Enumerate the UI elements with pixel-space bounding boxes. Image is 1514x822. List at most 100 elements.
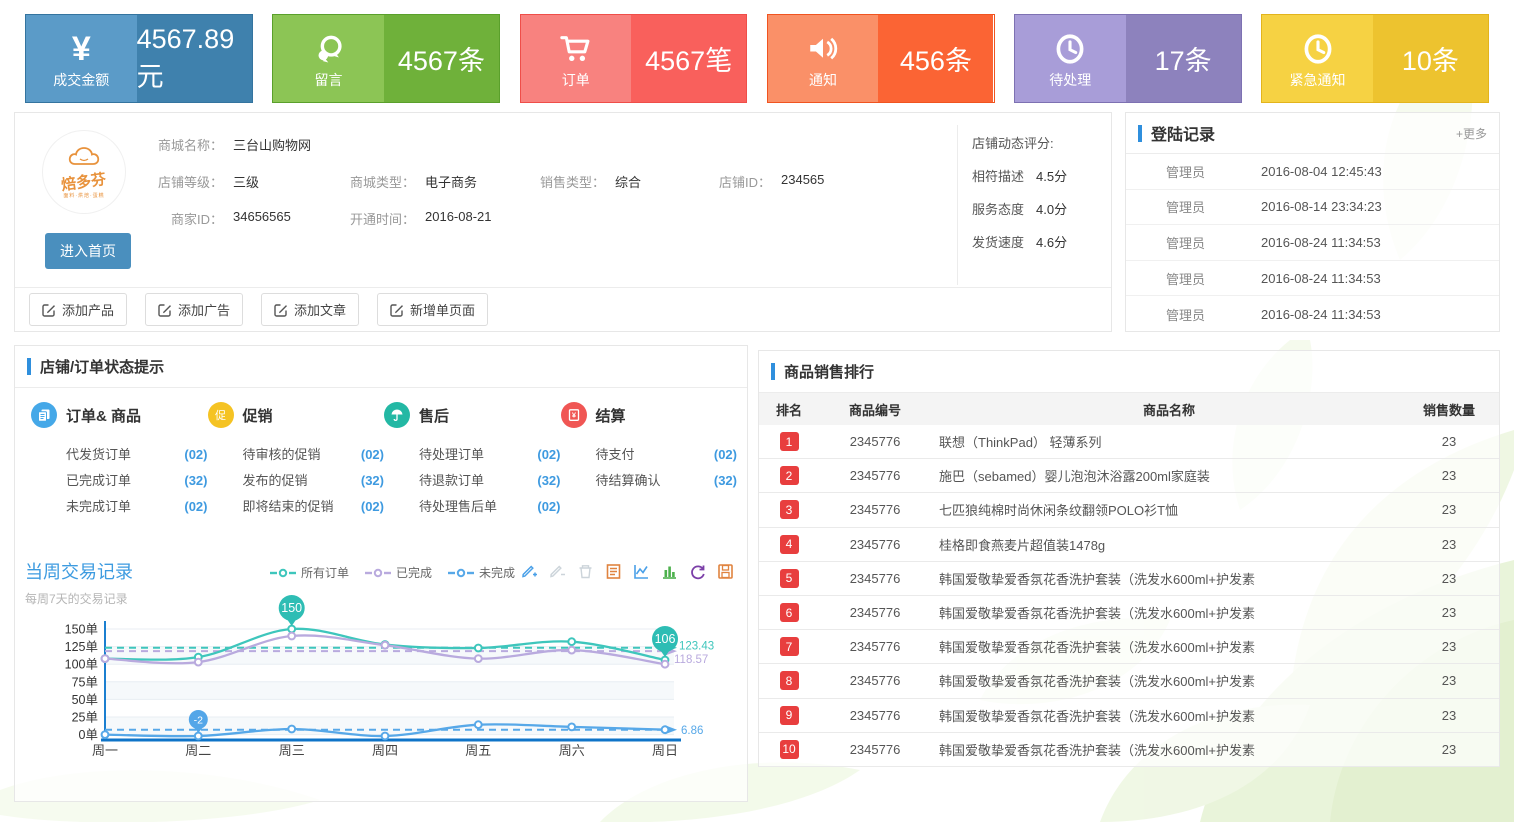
weekly-orders-chart[interactable]: 150单125单100单75单50单25单0单周一周二周三周四周五周六周日123… xyxy=(19,592,749,769)
status-group-name: 订单& 商品 xyxy=(66,405,141,426)
enter-homepage-button[interactable]: 进入首页 xyxy=(45,233,131,269)
status-item[interactable]: 发布的促销(32) xyxy=(243,468,385,494)
status-item[interactable]: 代发货订单(02) xyxy=(66,442,208,468)
table-row[interactable]: 82345776韩国爱敬挚爱香氛花香洗护套装（洗发水600ml+护发素23 xyxy=(759,664,1499,698)
refresh-icon[interactable] xyxy=(688,562,707,581)
stat-card-messages[interactable]: 留言 4567条 xyxy=(272,14,500,103)
svg-text:¥: ¥ xyxy=(571,411,576,420)
data-view-icon[interactable] xyxy=(604,562,623,581)
line-chart-icon[interactable] xyxy=(632,562,651,581)
table-row[interactable]: 102345776韩国爱敬挚爱香氛花香洗护套装（洗发水600ml+护发素23 xyxy=(759,733,1499,767)
login-row: 管理员2016-08-24 11:34:53 xyxy=(1126,225,1499,261)
legend-marker-icon xyxy=(270,568,296,578)
save-icon[interactable] xyxy=(716,562,735,581)
rank-badge: 4 xyxy=(780,535,799,554)
login-user: 管理员 xyxy=(1126,269,1261,288)
stat-card-turnover[interactable]: ¥ 成交金额 4567.89元 xyxy=(25,14,253,103)
table-row[interactable]: 72345776韩国爱敬挚爱香氛花香洗护套装（洗发水600ml+护发素23 xyxy=(759,630,1499,664)
svg-text:周五: 周五 xyxy=(465,743,491,758)
table-row[interactable]: 12345776联想（ThinkPad） 轻薄系列23 xyxy=(759,425,1499,459)
shop-name-value: 三台山购物网 xyxy=(233,135,311,154)
status-item[interactable]: 待支付(02) xyxy=(596,442,738,468)
edit-remove-icon[interactable] xyxy=(548,562,567,581)
order-status-panel: 店铺/订单状态提示 订单& 商品 代发货订单(02) 已完成订单(32) 未完成… xyxy=(14,345,748,802)
status-item[interactable]: 即将结束的促销(02) xyxy=(243,494,385,520)
speaker-icon xyxy=(805,28,841,66)
add-single-page-button[interactable]: 新增单页面 xyxy=(377,293,488,326)
sale-type-value: 综合 xyxy=(615,172,641,191)
status-group-name: 售后 xyxy=(419,405,449,426)
status-groups: 订单& 商品 代发货订单(02) 已完成订单(32) 未完成订单(02) 促 促… xyxy=(15,388,747,520)
stat-card-pending[interactable]: 待处理 17条 xyxy=(1014,14,1242,103)
stat-card-value: 456条 xyxy=(878,15,993,102)
legend-marker-icon xyxy=(365,568,391,578)
status-item[interactable]: 待结算确认(32) xyxy=(596,468,738,494)
add-ad-button[interactable]: 添加广告 xyxy=(145,293,243,326)
svg-text:123.43: 123.43 xyxy=(679,641,714,653)
legend-item[interactable]: 未完成 xyxy=(448,564,515,581)
edit-add-icon[interactable] xyxy=(520,562,539,581)
stat-card-urgent[interactable]: 紧急通知 10条 xyxy=(1261,14,1489,103)
product-ranking-panel: 商品销售排行 排名 商品编号 商品名称 销售数量 12345776联想（Thin… xyxy=(758,350,1500,767)
accent-bar xyxy=(27,358,31,375)
legend-item[interactable]: 所有订单 xyxy=(270,564,349,581)
stat-card-notifications[interactable]: 通知 456条 xyxy=(767,14,995,103)
chart-legend: 所有订单已完成未完成 xyxy=(270,564,515,581)
status-item[interactable]: 待审核的促销(02) xyxy=(243,442,385,468)
stat-cards-row: ¥ 成交金额 4567.89元 留言 4567条 订单 4567笔 xyxy=(25,14,1489,103)
shop-level-value: 三级 xyxy=(233,172,259,191)
chef-hat-icon xyxy=(67,146,101,171)
action-button-label: 添加产品 xyxy=(62,300,114,319)
header-qty: 销售数量 xyxy=(1399,400,1499,419)
cart-icon xyxy=(558,28,594,66)
svg-text:0单: 0单 xyxy=(79,728,98,742)
status-item[interactable]: 待处理售后单(02) xyxy=(419,494,561,520)
svg-text:6.86: 6.86 xyxy=(681,725,703,737)
status-group-name: 结算 xyxy=(596,405,626,426)
add-article-button[interactable]: 添加文章 xyxy=(261,293,359,326)
rank-badge: 1 xyxy=(780,432,799,451)
status-item[interactable]: 已完成订单(32) xyxy=(66,468,208,494)
status-item[interactable]: 待处理订单(02) xyxy=(419,442,561,468)
shop-type-value: 电子商务 xyxy=(425,172,477,191)
table-row[interactable]: 62345776韩国爱敬挚爱香氛花香洗护套装（洗发水600ml+护发素23 xyxy=(759,596,1499,630)
rank-badge: 9 xyxy=(780,706,799,725)
login-more-link[interactable]: +更多 xyxy=(1456,125,1487,142)
svg-text:118.57: 118.57 xyxy=(674,654,708,666)
stat-card-label: 待处理 xyxy=(1049,70,1091,90)
header-name: 商品名称 xyxy=(931,400,1399,419)
svg-text:50单: 50单 xyxy=(72,693,98,707)
svg-text:周六: 周六 xyxy=(559,743,585,758)
bar-chart-icon[interactable] xyxy=(660,562,679,581)
legend-item[interactable]: 已完成 xyxy=(365,564,432,581)
field-label: 商城类型： xyxy=(349,172,415,191)
umbrella-icon xyxy=(384,402,410,428)
rating-value: 4.0分 xyxy=(1036,199,1067,218)
login-time: 2016-08-24 11:34:53 xyxy=(1261,235,1381,250)
table-row[interactable]: 42345776桂格即食燕麦片超值装1478g23 xyxy=(759,528,1499,562)
status-item[interactable]: 待退款订单(32) xyxy=(419,468,561,494)
rank-badge: 10 xyxy=(780,740,799,759)
stat-card-orders[interactable]: 订单 4567笔 xyxy=(520,14,748,103)
table-row[interactable]: 92345776韩国爱敬挚爱香氛花香洗护套装（洗发水600ml+护发素23 xyxy=(759,699,1499,733)
table-row[interactable]: 32345776七匹狼纯棉时尚休闲条纹翻领POLO衫T恤23 xyxy=(759,493,1499,527)
svg-text:150单: 150单 xyxy=(65,622,98,636)
rating-label: 相符描述 xyxy=(972,166,1024,185)
rank-badge: 6 xyxy=(780,603,799,622)
login-user: 管理员 xyxy=(1126,305,1261,324)
status-item[interactable]: 未完成订单(02) xyxy=(66,494,208,520)
login-records-title: 登陆记录 xyxy=(1151,121,1215,145)
shop-logo-text: 焙多芬 xyxy=(60,167,108,194)
field-label: 商家ID： xyxy=(157,209,223,228)
svg-text:-2: -2 xyxy=(194,715,203,727)
edit-square-icon xyxy=(42,303,56,317)
ranking-title: 商品销售排行 xyxy=(784,361,874,382)
login-time: 2016-08-04 12:45:43 xyxy=(1261,164,1382,179)
table-row[interactable]: 22345776施巴（sebamed）婴儿泡泡沐浴露200ml家庭装23 xyxy=(759,459,1499,493)
login-user: 管理员 xyxy=(1126,162,1261,181)
yen-icon: ¥ xyxy=(72,28,91,66)
clear-icon[interactable] xyxy=(576,562,595,581)
add-product-button[interactable]: 添加产品 xyxy=(29,293,127,326)
table-row[interactable]: 52345776韩国爱敬挚爱香氛花香洗护套装（洗发水600ml+护发素23 xyxy=(759,562,1499,596)
stat-card-value: 4567.89元 xyxy=(137,15,252,102)
